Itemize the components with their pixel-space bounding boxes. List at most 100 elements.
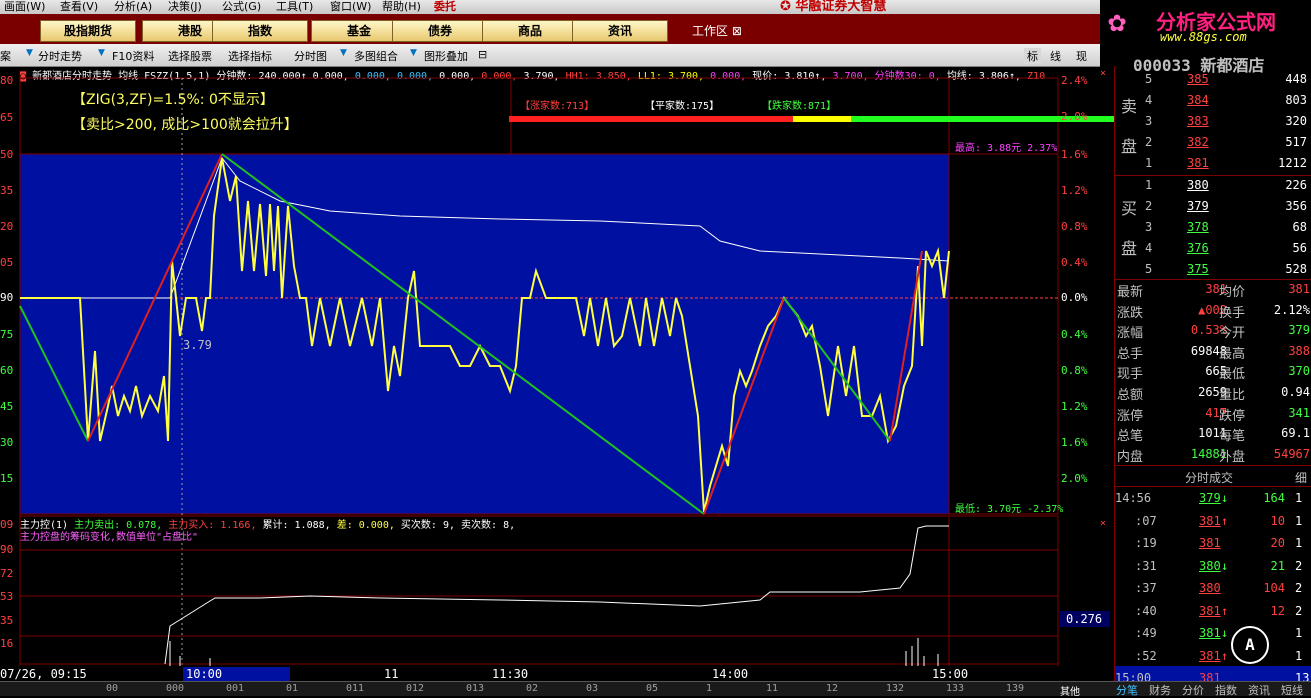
bid-volume: 56: [1292, 241, 1307, 255]
scroll-item[interactable]: 001: [226, 683, 244, 694]
scroll-item[interactable]: 05: [646, 683, 658, 694]
dropdown-icon[interactable]: ▼: [98, 48, 105, 58]
scroll-item[interactable]: 00: [106, 683, 118, 694]
scroll-item[interactable]: 139: [1006, 683, 1024, 694]
tick-time: :49: [1135, 626, 1157, 640]
workarea-label[interactable]: 工作区 ⊠: [692, 22, 742, 39]
toolbar-select-indicator[interactable]: 选择指标: [228, 48, 272, 64]
ticks-list[interactable]: 14:56 379 ↓ 164 1:07 381 ↑ 10 1:19 381 20 1:31 380 ↓ 2…: [1115, 486, 1311, 689]
bid-row[interactable]: 5 375 528: [1115, 259, 1311, 280]
scroll-item[interactable]: 12: [826, 683, 838, 694]
quote-value: 2.12%: [1273, 302, 1310, 317]
bottom-tab[interactable]: 分价: [1182, 682, 1204, 698]
ask-level: 4: [1145, 93, 1153, 107]
stock-scroll-list: 00 000 001 01 011 012 013 02 03 05 1 11 12 132 133 139: [0, 682, 1056, 696]
time-label: 14:00: [712, 667, 749, 681]
tab-line[interactable]: 线: [1050, 48, 1061, 64]
toolbar-intraday[interactable]: 分时走势: [38, 48, 82, 64]
bottom-tab[interactable]: 分笔: [1116, 682, 1138, 698]
scroll-item[interactable]: 132: [886, 683, 904, 694]
menu-trade[interactable]: 委托: [434, 0, 456, 14]
toolbar-f10[interactable]: F10资料: [112, 48, 154, 64]
tab-standard[interactable]: 标: [1024, 48, 1041, 64]
menu-view[interactable]: 查看(V): [60, 0, 98, 14]
menu-analysis[interactable]: 分析(A): [114, 0, 152, 14]
tick-row[interactable]: :37 380 104 2: [1115, 576, 1311, 599]
indicator-axis: 09 90 72 53 35 16: [0, 516, 20, 681]
bottom-tab[interactable]: 财务: [1149, 682, 1171, 698]
ask-row[interactable]: 4 384 803: [1115, 90, 1311, 111]
axis-label: 65: [0, 111, 14, 124]
scroll-item[interactable]: 1: [706, 683, 712, 694]
ticks-header: 分时成交 细: [1115, 466, 1311, 487]
bid-level: 3: [1145, 220, 1153, 234]
dropdown-icon[interactable]: ▼: [410, 48, 417, 58]
ask-row[interactable]: 2 382 517: [1115, 132, 1311, 153]
tick-row[interactable]: :40 381 ↑ 12 2: [1115, 599, 1311, 622]
tab-current[interactable]: 现: [1076, 48, 1087, 64]
bottom-tab[interactable]: 资讯: [1248, 682, 1270, 698]
scroll-item[interactable]: 013: [466, 683, 484, 694]
menu-decision[interactable]: 决策(J): [168, 0, 202, 14]
tick-row[interactable]: :52 381 ↑ 1: [1115, 644, 1311, 667]
button-news[interactable]: 资讯: [572, 20, 668, 42]
tick-direction-icon: ↑: [1221, 603, 1229, 618]
bid-row[interactable]: 4 376 56: [1115, 238, 1311, 259]
menu-help[interactable]: 帮助(H): [382, 0, 421, 14]
bottom-other[interactable]: 其他: [1060, 683, 1080, 698]
tick-row[interactable]: 14:56 379 ↓ 164 1: [1115, 486, 1311, 509]
button-index[interactable]: 指数: [212, 20, 308, 42]
toolbar-chart[interactable]: 分时图: [294, 48, 327, 64]
tick-row[interactable]: :31 380 ↓ 21 2: [1115, 554, 1311, 577]
scroll-item[interactable]: 000: [166, 683, 184, 694]
button-stock-futures[interactable]: 股指期货: [40, 20, 136, 42]
ask-level: 1: [1145, 156, 1153, 170]
toolbar-case[interactable]: 案: [0, 48, 11, 64]
broker-logo-icon: ✪: [780, 0, 796, 14]
menu-windows[interactable]: 窗口(W): [330, 0, 371, 14]
dropdown-icon[interactable]: ▼: [340, 48, 347, 58]
toolbar-select-stock[interactable]: 选择股票: [168, 48, 212, 64]
bid-row[interactable]: 1 380 226: [1115, 175, 1311, 196]
tick-row[interactable]: :07 381 ↑ 10 1: [1115, 509, 1311, 532]
tick-row[interactable]: :19 381 20 1: [1115, 531, 1311, 554]
quote-label: 外盘: [1219, 449, 1246, 465]
menu-tools[interactable]: 工具(T): [276, 0, 313, 14]
menu-window[interactable]: 画面(W): [4, 0, 45, 14]
toolbar: 案 ▼ 分时走势 ▼ F10资料 选择股票 选择指标 分时图 ▼ 多图组合 ▼ …: [0, 44, 1100, 67]
scroll-item[interactable]: 03: [586, 683, 598, 694]
toolbar-overlay[interactable]: 图形叠加: [424, 48, 468, 64]
close-icon[interactable]: ×: [1100, 518, 1106, 529]
bottom-tab[interactable]: 指数: [1215, 682, 1237, 698]
bid-level: 4: [1145, 241, 1153, 255]
bid-row[interactable]: 3 378 68: [1115, 217, 1311, 238]
button-commodities[interactable]: 商品: [482, 20, 578, 42]
scroll-item[interactable]: 133: [946, 683, 964, 694]
menu-formula[interactable]: 公式(G): [222, 0, 261, 14]
scroll-item[interactable]: 012: [406, 683, 424, 694]
intraday-chart[interactable]: 【涨家数:713】 【平家数:175】 【跌家数:871】 3.79 最高: 3…: [0, 66, 1114, 681]
indicator-value: 0.276: [1066, 612, 1102, 626]
button-bonds[interactable]: 债券: [392, 20, 488, 42]
tick-price: 381: [1199, 536, 1221, 550]
close-box-icon[interactable]: ⊠: [732, 24, 742, 38]
lock-icon[interactable]: ⊟: [478, 48, 487, 61]
bid-row[interactable]: 2 379 356: [1115, 196, 1311, 217]
tick-time: :37: [1135, 581, 1157, 595]
scroll-item[interactable]: 01: [286, 683, 298, 694]
tick-row[interactable]: :49 381 ↓ 1: [1115, 621, 1311, 644]
ask-price: 383: [1187, 114, 1209, 128]
robot-a-icon[interactable]: A: [1231, 626, 1269, 664]
ask-row[interactable]: 5 385 448: [1115, 69, 1311, 90]
scroll-item[interactable]: 02: [526, 683, 538, 694]
scroll-item[interactable]: 11: [766, 683, 778, 694]
scroll-item[interactable]: 011: [346, 683, 364, 694]
toolbar-multi-chart[interactable]: 多图组合: [354, 48, 398, 64]
ask-row[interactable]: 3 383 320: [1115, 111, 1311, 132]
dropdown-icon[interactable]: ▼: [26, 48, 33, 58]
bottom-tab[interactable]: 短线: [1281, 682, 1303, 698]
ask-row[interactable]: 1 381 1212: [1115, 153, 1311, 174]
ticks-detail[interactable]: 细: [1295, 469, 1307, 486]
bid-price: 379: [1187, 199, 1209, 213]
axis-label: 0.4%: [1061, 256, 1088, 269]
